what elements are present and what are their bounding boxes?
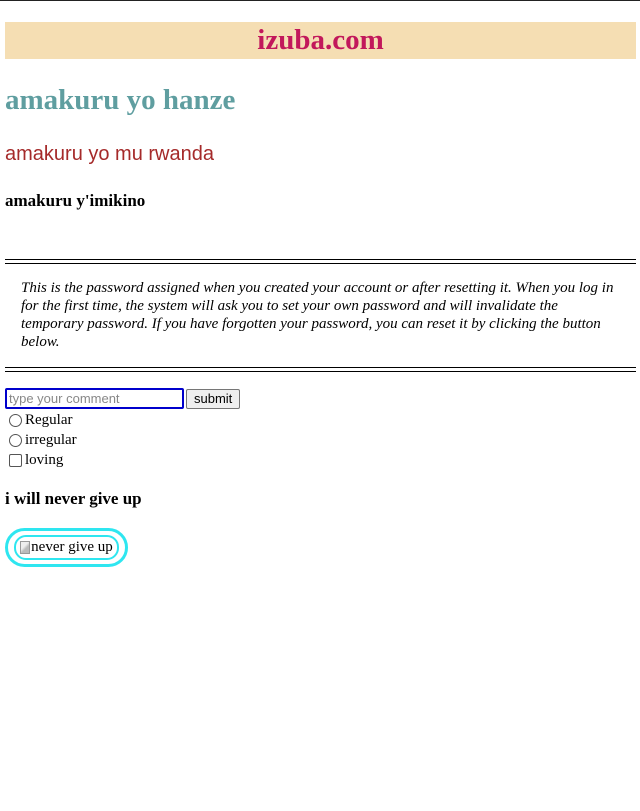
comment-input[interactable] [5, 388, 184, 409]
option-irregular-label: irregular [25, 431, 77, 448]
site-banner: izuba.com [5, 22, 636, 59]
option-irregular[interactable]: irregular [9, 430, 77, 450]
option-regular[interactable]: Regular [9, 410, 72, 430]
divider-bottom [5, 367, 636, 372]
sports-news-heading: amakuru y'imikino [5, 191, 146, 210]
option-loving[interactable]: loving [9, 450, 63, 470]
top-border [0, 0, 640, 1]
broken-image-icon [20, 541, 31, 554]
motto-heading: i will never give up [5, 489, 142, 508]
option-loving-label: loving [25, 451, 64, 468]
submit-button[interactable]: submit [186, 389, 241, 409]
motto-image-frame: never give up [5, 528, 128, 567]
motto-image: never give up [14, 535, 119, 560]
radio-button-icon[interactable] [9, 433, 22, 447]
password-note: This is the password assigned when you c… [21, 280, 614, 350]
world-news-heading: amakuru yo hanze [5, 84, 236, 116]
checkbox-icon[interactable] [9, 453, 22, 467]
radio-button-icon[interactable] [9, 413, 22, 427]
rwanda-news-heading: amakuru yo mu rwanda [5, 143, 214, 165]
motto-image-alt: never give up [31, 539, 113, 555]
option-regular-label: Regular [25, 411, 73, 428]
divider-top [5, 259, 636, 264]
